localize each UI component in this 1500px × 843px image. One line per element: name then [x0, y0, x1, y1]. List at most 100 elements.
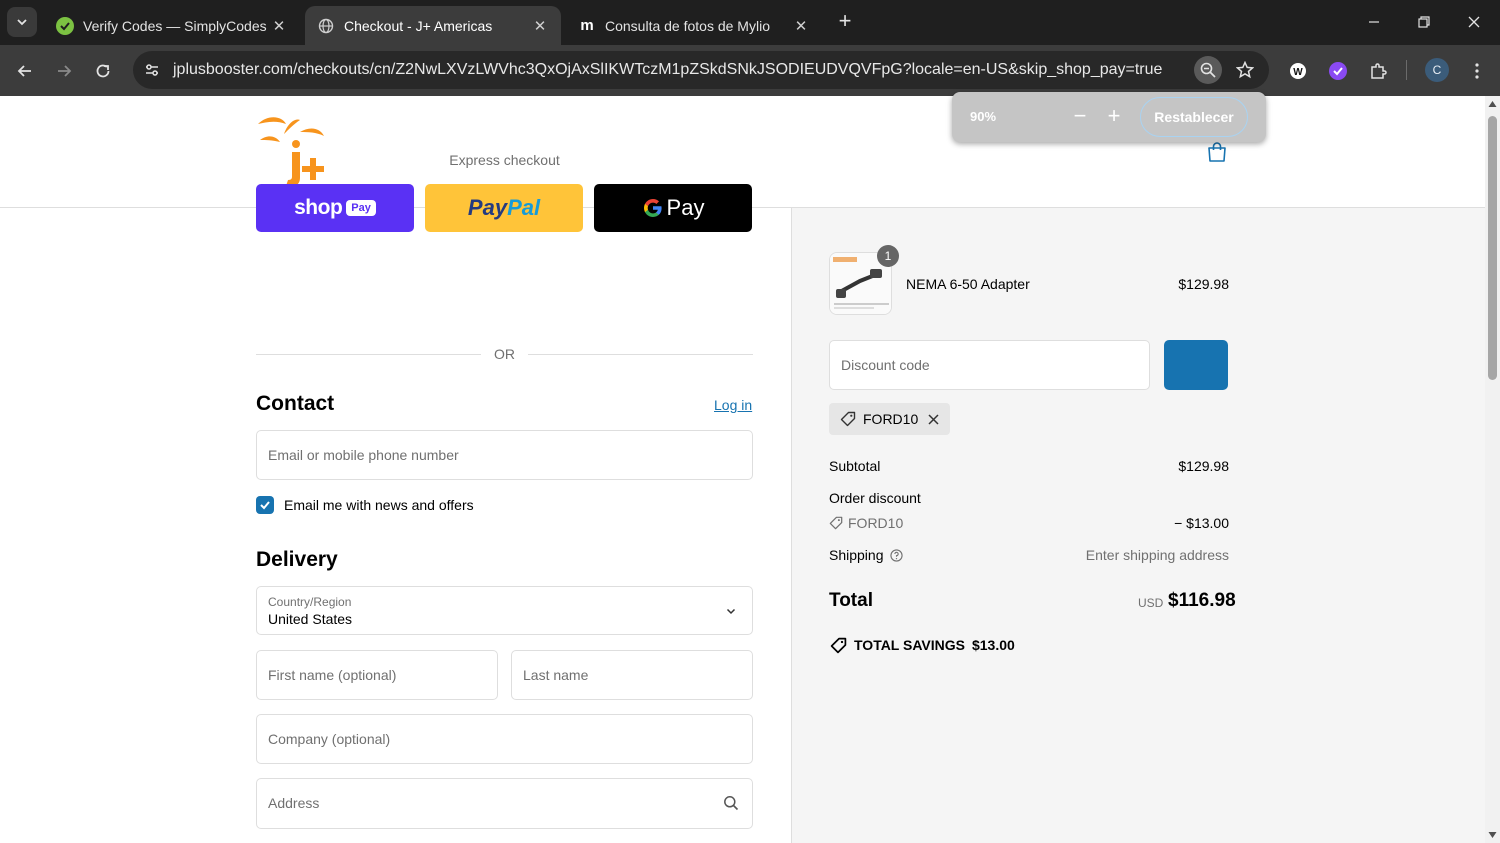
close-tab-icon[interactable]: ✕ [792, 17, 810, 35]
scroll-up-arrow-icon[interactable] [1488, 100, 1497, 108]
zoom-percent: 90% [970, 109, 997, 124]
menu-dots-icon[interactable] [1464, 58, 1490, 84]
scroll-down-arrow-icon[interactable] [1488, 831, 1497, 839]
tab-verify-codes[interactable]: Verify Codes — SimplyCodes ✕ [44, 6, 300, 45]
subtotal-row: Subtotal $129.98 [829, 458, 1229, 474]
toolbar-divider [1406, 60, 1407, 80]
tab-title: Checkout - J+ Americas [344, 17, 493, 34]
discount-placeholder: Discount code [841, 357, 930, 373]
savings-value: $13.00 [971, 637, 1015, 653]
country-select[interactable]: Country/Region United States [256, 586, 753, 635]
shop-pay-badge: Pay [346, 200, 376, 216]
google-g-icon [643, 199, 662, 217]
extension-purple-icon[interactable] [1325, 58, 1351, 84]
subtotal-value: $129.98 [1178, 458, 1229, 474]
log-in-link[interactable]: Log in [714, 397, 752, 413]
newsletter-label: Email me with news and offers [284, 497, 474, 513]
profile-avatar[interactable]: C [1425, 58, 1449, 82]
paypal-logo-pay: Pay [467, 195, 508, 220]
address-field[interactable]: Address [256, 778, 753, 829]
reload-button[interactable] [89, 57, 117, 85]
zoom-in-button[interactable]: + [1102, 105, 1126, 129]
extension-w-icon[interactable]: W [1285, 58, 1311, 84]
search-icon [722, 794, 740, 812]
total-savings-row: TOTAL SAVINGS $13.00 [829, 636, 1015, 654]
first-name-field[interactable]: First name (optional) [256, 650, 498, 700]
company-field[interactable]: Company (optional) [256, 714, 753, 764]
subtotal-label: Subtotal [829, 458, 881, 474]
divider-line [528, 354, 753, 355]
total-currency: USD [1138, 596, 1164, 610]
address-bar[interactable]: jplusbooster.com/checkouts/cn/Z2NwLXVzLW… [133, 51, 1269, 89]
scrollbar-thumb[interactable] [1488, 116, 1497, 380]
product-name: NEMA 6-50 Adapter [906, 276, 1030, 292]
arrow-left-icon [17, 65, 31, 77]
site-settings-icon[interactable] [142, 60, 162, 80]
zoom-icon[interactable] [1194, 56, 1222, 84]
close-tab-icon[interactable]: ✕ [270, 17, 288, 35]
shipping-row: Shipping Enter shipping address [829, 547, 1229, 563]
browser-tab-bar: Verify Codes — SimplyCodes ✕ Checkout - … [0, 0, 1500, 45]
company-placeholder: Company (optional) [268, 731, 391, 747]
close-tab-icon[interactable]: ✕ [531, 17, 549, 35]
paypal-logo: PayPal [468, 195, 540, 221]
product-price: $129.98 [1178, 276, 1229, 292]
remove-code-icon[interactable] [926, 412, 940, 426]
country-value: United States [268, 611, 353, 627]
shipping-label-group: Shipping [829, 547, 903, 563]
newsletter-option[interactable]: Email me with news and offers [256, 495, 474, 515]
address-placeholder: Address [268, 795, 320, 811]
zoom-popup: 90% − + Restablecer [952, 92, 1266, 142]
email-field[interactable]: Email or mobile phone number [256, 430, 753, 480]
arrow-right-icon [58, 65, 72, 77]
forward-button[interactable] [50, 57, 78, 85]
tab-search-button[interactable] [7, 7, 37, 37]
last-name-field[interactable]: Last name [511, 650, 753, 700]
discount-code-input[interactable]: Discount code [829, 340, 1150, 390]
last-name-placeholder: Last name [523, 667, 589, 683]
minimize-button[interactable] [1361, 10, 1387, 34]
extensions-puzzle-icon[interactable] [1365, 58, 1391, 84]
newsletter-checkbox[interactable] [256, 496, 274, 514]
url-text[interactable]: jplusbooster.com/checkouts/cn/Z2NwLXVzLW… [173, 61, 1162, 79]
shop-pay-button[interactable]: shop Pay [256, 184, 414, 232]
reload-icon [96, 64, 110, 78]
bookmark-star-icon[interactable] [1232, 57, 1258, 83]
shop-pay-logo: shop [294, 196, 343, 219]
discount-code-row: FORD10 − $13.00 [829, 515, 1229, 533]
close-window-button[interactable] [1461, 10, 1487, 34]
help-circle-icon[interactable] [889, 548, 903, 562]
shipping-value: Enter shipping address [1085, 547, 1229, 563]
mylio-icon: m [580, 17, 594, 34]
page-scrollbar[interactable] [1485, 96, 1500, 843]
restore-button[interactable] [1411, 10, 1437, 34]
contact-heading: Contact [256, 392, 335, 415]
back-button[interactable] [11, 57, 39, 85]
zoom-out-button[interactable]: − [1068, 105, 1092, 129]
zoom-reset-button[interactable]: Restablecer [1140, 97, 1248, 137]
tag-icon [829, 636, 847, 654]
express-checkout-label: Express checkout [449, 152, 560, 168]
cart-bag-icon[interactable] [1205, 140, 1229, 164]
close-icon [1468, 16, 1480, 28]
first-name-placeholder: First name (optional) [268, 667, 397, 683]
new-tab-button[interactable]: + [833, 10, 857, 34]
tag-icon [829, 516, 843, 530]
tab-title: Consulta de fotos de Mylio [605, 17, 770, 34]
tab-checkout[interactable]: Checkout - J+ Americas ✕ [305, 6, 561, 45]
google-pay-label: Pay [666, 195, 705, 220]
svg-text:W: W [1293, 67, 1303, 78]
email-placeholder: Email or mobile phone number [268, 447, 459, 463]
shipping-label: Shipping [829, 547, 884, 563]
restore-icon [1418, 16, 1430, 28]
tab-mylio[interactable]: m Consulta de fotos de Mylio ✕ [566, 6, 822, 45]
paypal-button[interactable]: PayPal [425, 184, 583, 232]
or-divider: OR [256, 346, 753, 364]
tag-icon [839, 410, 857, 428]
discount-code-label: FORD10 [848, 515, 904, 531]
delivery-heading: Delivery [256, 548, 338, 571]
globe-icon [317, 17, 335, 35]
google-pay-button[interactable]: Pay [594, 184, 752, 232]
apply-discount-button[interactable] [1164, 340, 1228, 390]
country-label: Country/Region [268, 595, 352, 609]
